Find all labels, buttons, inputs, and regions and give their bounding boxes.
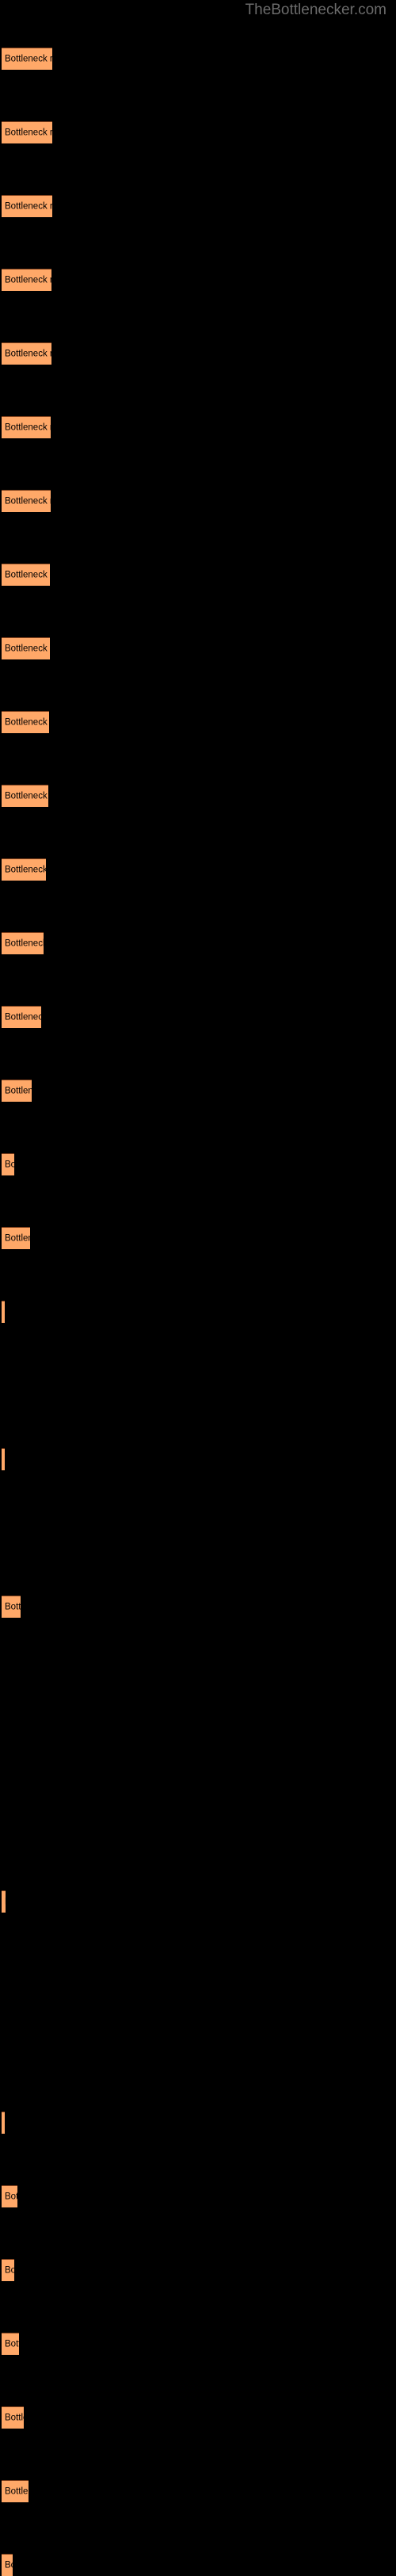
bar[interactable]: Bottleneck result	[2, 269, 51, 291]
bar[interactable]: Bottleneck result	[2, 1596, 21, 1618]
bar-row: Bottleneck result	[0, 785, 396, 807]
bar-row: Bottleneck result	[0, 1006, 396, 1028]
bar-row: Bottleneck result	[0, 2480, 396, 2502]
bar-label: Bottleneck result	[5, 569, 50, 579]
bar-row: Bottleneck result	[0, 711, 396, 733]
bar-row: Bottleneck result	[0, 637, 396, 659]
bar-label: Bottleneck result	[5, 2486, 29, 2496]
bar[interactable]: Bottleneck result	[2, 1153, 14, 1175]
bar-row: Bottleneck result	[0, 1596, 396, 1618]
bar-row: Bottleneck result	[0, 1080, 396, 1102]
bar[interactable]: Bottleneck result	[2, 1890, 6, 1913]
bar-row: Bottleneck result	[0, 932, 396, 954]
bar[interactable]: Bottleneck result	[2, 1080, 32, 1102]
bar-row: Bottleneck result	[0, 2554, 396, 2576]
bar[interactable]: Bottleneck result	[2, 195, 52, 217]
bar-label: Bottleneck result	[5, 717, 49, 727]
bar-label: Bottleneck result	[5, 790, 48, 801]
bar-label: Bottleneck result	[5, 864, 46, 874]
bar-label: Bottleneck result	[5, 1897, 6, 1907]
bar-label: Bottleneck result	[5, 1085, 32, 1095]
bar[interactable]: Bottleneck result	[2, 932, 44, 954]
bar[interactable]: Bottleneck result	[2, 711, 49, 733]
bar-label: Bottleneck result	[5, 1233, 30, 1243]
bar[interactable]: Bottleneck result	[2, 858, 46, 881]
bar-label: Bottleneck result	[5, 643, 50, 653]
bar[interactable]: Bottleneck result	[2, 2480, 29, 2502]
bar-row: Bottleneck result	[0, 2112, 396, 2134]
bar-label: Bottleneck result	[5, 938, 44, 948]
bar[interactable]: Bottleneck result	[2, 564, 50, 586]
bar-row: Bottleneck result	[0, 342, 396, 365]
bar[interactable]: Bottleneck result	[2, 342, 51, 365]
bar-row: Bottleneck result	[0, 195, 396, 217]
bar[interactable]: Bottleneck result	[2, 637, 50, 659]
bar-label: Bottleneck result	[5, 1159, 14, 1169]
bar[interactable]: Bottleneck result	[2, 1301, 5, 1323]
bar-label: Bottleneck result	[5, 2191, 17, 2201]
bar-label: Bottleneck result	[5, 495, 51, 506]
bar-row: Bottleneck result	[0, 2185, 396, 2207]
bar[interactable]: Bottleneck result	[2, 2333, 19, 2355]
bar[interactable]: Bottleneck result	[2, 1227, 30, 1249]
bar[interactable]: Bottleneck result	[2, 1006, 41, 1028]
bar-row: Bottleneck result	[0, 2333, 396, 2355]
bar[interactable]: Bottleneck result	[2, 2112, 5, 2134]
bar-row: Bottleneck result	[0, 1448, 396, 1470]
bar-label: Bottleneck result	[5, 127, 52, 137]
bar-row: Bottleneck result	[0, 2406, 396, 2429]
bar[interactable]: Bottleneck result	[2, 2554, 13, 2576]
bar-row: Bottleneck result	[0, 490, 396, 512]
bar[interactable]: Bottleneck result	[2, 121, 52, 143]
bar-label: Bottleneck result	[5, 2265, 14, 2275]
bar-label: Bottleneck result	[5, 348, 51, 358]
bar-row: Bottleneck result	[0, 1153, 396, 1175]
bar-label: Bottleneck result	[5, 201, 52, 211]
bar-label: Bottleneck result	[5, 1601, 21, 1611]
bar-label: Bottleneck result	[5, 2559, 13, 2570]
bar-row: Bottleneck result	[0, 1301, 396, 1323]
bar-label: Bottleneck result	[5, 422, 51, 432]
bar-label: Bottleneck result	[5, 53, 52, 63]
bar[interactable]: Bottleneck result	[2, 2406, 24, 2429]
bar-row: Bottleneck result	[0, 48, 396, 70]
bar-label: Bottleneck result	[5, 1011, 41, 1022]
bar-row: Bottleneck result	[0, 121, 396, 143]
bar-row: Bottleneck result	[0, 1890, 396, 1913]
bar[interactable]: Bottleneck result	[2, 2259, 14, 2281]
bar-row: Bottleneck result	[0, 858, 396, 881]
bar[interactable]: Bottleneck result	[2, 490, 51, 512]
bar[interactable]: Bottleneck result	[2, 48, 52, 70]
bar-label: Bottleneck result	[5, 2412, 24, 2422]
bar-chart: Bottleneck result Bottleneck result Bottle…	[0, 0, 396, 2576]
bar-row: Bottleneck result	[0, 1227, 396, 1249]
bar[interactable]: Bottleneck result	[2, 1448, 5, 1470]
bar-label: Bottleneck result	[5, 2338, 19, 2349]
bar[interactable]: Bottleneck result	[2, 785, 48, 807]
bar-row: Bottleneck result	[0, 416, 396, 438]
bar-row: Bottleneck result	[0, 2259, 396, 2281]
bar-row: Bottleneck result	[0, 269, 396, 291]
bar-row: Bottleneck result	[0, 564, 396, 586]
bar[interactable]: Bottleneck result	[2, 2185, 17, 2207]
bar-label: Bottleneck result	[5, 274, 51, 285]
bar[interactable]: Bottleneck result	[2, 416, 51, 438]
